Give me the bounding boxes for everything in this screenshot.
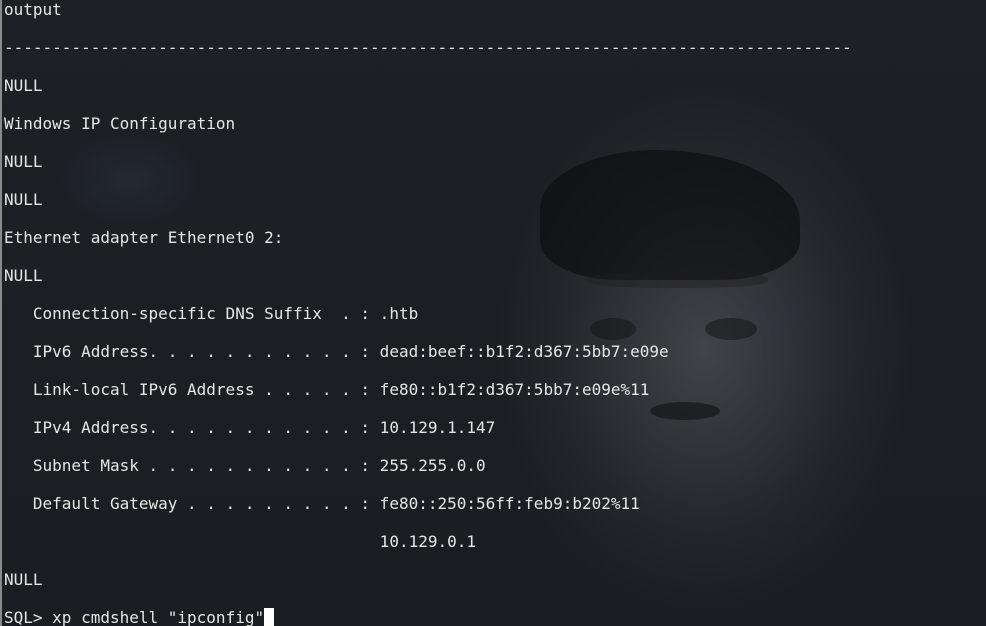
output-line: 10.129.0.1 — [4, 532, 477, 551]
output-line: ----------------------------------------… — [4, 38, 852, 57]
text-cursor — [264, 608, 275, 626]
output-line: output — [4, 0, 62, 19]
output-line: Windows IP Configuration — [4, 114, 236, 133]
output-line: IPv6 Address. . . . . . . . . . . : dead… — [4, 342, 669, 361]
terminal-output-area[interactable]: output ---------------------------------… — [4, 0, 986, 626]
output-line: NULL — [4, 152, 43, 171]
window-left-border — [0, 0, 2, 626]
command-input[interactable]: xp_cmdshell "ipconfig" — [52, 608, 264, 626]
output-line: NULL — [4, 266, 43, 285]
output-line: NULL — [4, 570, 43, 589]
output-line: Default Gateway . . . . . . . . . : fe80… — [4, 494, 640, 513]
sql-prompt: SQL> — [4, 608, 53, 626]
command-prompt-line[interactable]: SQL> xp_cmdshell "ipconfig" — [4, 608, 275, 626]
output-line: Ethernet adapter Ethernet0 2: — [4, 228, 284, 247]
output-line: Link-local IPv6 Address . . . . . : fe80… — [4, 380, 650, 399]
output-line: NULL — [4, 76, 43, 95]
output-line: IPv4 Address. . . . . . . . . . . : 10.1… — [4, 418, 496, 437]
output-line: Connection-specific DNS Suffix . : .htb — [4, 304, 419, 323]
output-line: NULL — [4, 190, 43, 209]
output-line: Subnet Mask . . . . . . . . . . . : 255.… — [4, 456, 486, 475]
